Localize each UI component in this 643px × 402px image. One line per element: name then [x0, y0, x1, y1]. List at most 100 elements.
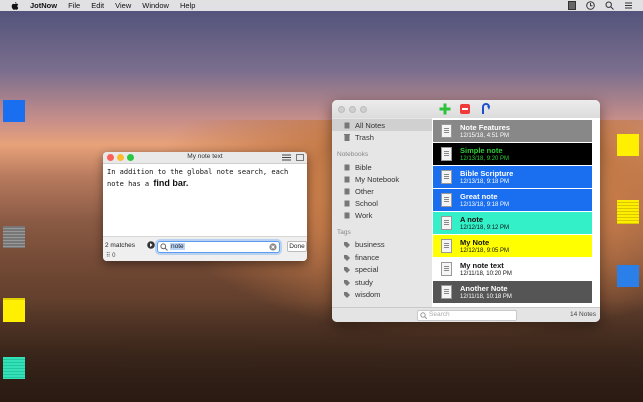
- sidebar-item-other[interactable]: Other: [344, 187, 374, 196]
- note-title: Bible Scripture: [460, 169, 514, 178]
- desktop-note-yellow[interactable]: [3, 298, 25, 322]
- sidebar-item-label: study: [355, 278, 373, 287]
- note-window-title: My note text: [187, 153, 223, 160]
- sticky-note-icon[interactable]: [480, 103, 492, 115]
- tags-heading: Tags: [337, 229, 351, 236]
- sidebar-tag-finance[interactable]: finance: [344, 253, 379, 262]
- note-window: My note text In addition to the global n…: [103, 152, 307, 261]
- find-matches: 2 matches: [105, 242, 135, 249]
- sidebar-item-all-notes[interactable]: All Notes: [344, 121, 385, 130]
- desktop-note-yellow-right[interactable]: [617, 134, 639, 156]
- menu-edit[interactable]: Edit: [91, 1, 104, 10]
- note-date: 12/13/18, 9:18 PM: [460, 179, 510, 185]
- apple-icon[interactable]: [10, 1, 20, 10]
- sidebar-tag-business[interactable]: business: [344, 240, 385, 249]
- next-match-icon[interactable]: [147, 241, 155, 249]
- note-doc-icon: [441, 285, 452, 299]
- notebook-icon: [344, 200, 350, 207]
- desktop-note-blue-right[interactable]: [617, 265, 639, 287]
- desktop-note-gray[interactable]: [3, 226, 25, 248]
- sidebar-item-label: School: [355, 199, 378, 208]
- delete-note-icon[interactable]: [459, 103, 471, 115]
- note-date: 12/13/18, 9:18 PM: [460, 202, 510, 208]
- note-date: 12/11/18, 10:18 PM: [460, 294, 512, 300]
- note-title: Great note: [460, 192, 498, 201]
- sidebar-item-label: Bible: [355, 163, 372, 172]
- notes-icon: [344, 122, 350, 129]
- note-list: Note Features 12/15/18, 4:51 PM Simple no…: [432, 118, 600, 308]
- clock-icon[interactable]: [586, 1, 595, 10]
- note-doc-icon: [441, 262, 452, 276]
- note-row[interactable]: Great note 12/13/18, 9:18 PM: [433, 189, 592, 211]
- tag-icon: [344, 242, 350, 248]
- note-title: My note text: [460, 261, 504, 270]
- zoom-button[interactable]: [360, 106, 367, 113]
- sidebar-item-work[interactable]: Work: [344, 211, 372, 220]
- desktop-note-teal[interactable]: [3, 357, 25, 379]
- note-row[interactable]: My Note 12/12/18, 9:05 PM: [433, 235, 592, 257]
- note-row[interactable]: Another Note 12/11/18, 10:18 PM: [433, 281, 592, 303]
- sidebar-item-label: business: [355, 240, 385, 249]
- sidebar-item-label: Trash: [355, 133, 374, 142]
- sidebar-item-my-notebook[interactable]: My Notebook: [344, 175, 399, 184]
- notebooks-heading: Notebooks: [337, 151, 369, 158]
- sidebar-item-school[interactable]: School: [344, 199, 378, 208]
- share-icon[interactable]: [296, 154, 304, 161]
- notes-status-icon[interactable]: [568, 1, 576, 10]
- main-toolbar[interactable]: [332, 100, 600, 119]
- minimize-button[interactable]: [349, 106, 356, 113]
- note-date: 12/12/18, 9:12 PM: [460, 225, 510, 231]
- notebook-icon: [344, 212, 350, 219]
- note-body[interactable]: In addition to the global note search, e…: [103, 164, 307, 193]
- counter-icon: ⠿: [106, 253, 111, 259]
- tag-icon: [344, 267, 350, 273]
- tag-icon: [344, 255, 350, 261]
- menu-app-name[interactable]: JotNow: [30, 1, 57, 10]
- bottom-bar: Search 14 Notes: [332, 307, 600, 322]
- done-button[interactable]: Done: [287, 241, 307, 252]
- note-row[interactable]: My note text 12/11/18, 10:20 PM: [433, 258, 592, 280]
- note-date: 12/13/18, 9:20 PM: [460, 156, 510, 162]
- sidebar-item-bible[interactable]: Bible: [344, 163, 372, 172]
- sidebar-item-label: All Notes: [355, 121, 386, 130]
- search-input[interactable]: Search: [417, 310, 517, 321]
- note-title: Note Features: [460, 123, 511, 132]
- menu-help[interactable]: Help: [180, 1, 195, 10]
- menu-window[interactable]: Window: [142, 1, 169, 10]
- sidebar-item-label: special: [355, 265, 379, 274]
- note-title: Simple note: [460, 146, 503, 155]
- search-icon[interactable]: [605, 1, 614, 10]
- note-row[interactable]: Note Features 12/15/18, 4:51 PM: [433, 120, 592, 142]
- desktop-note-blue[interactable]: [3, 100, 25, 122]
- list-icon[interactable]: [624, 1, 633, 10]
- menu-file[interactable]: File: [68, 1, 80, 10]
- trash-icon: [344, 134, 350, 141]
- find-counter: ⠿ 0: [106, 252, 115, 259]
- note-row[interactable]: Bible Scripture 12/13/18, 9:18 PM: [433, 166, 592, 188]
- sidebar-tag-special[interactable]: special: [344, 265, 378, 274]
- note-row[interactable]: Simple note 12/13/18, 9:20 PM: [433, 143, 592, 165]
- note-title: A note: [460, 215, 484, 224]
- note-doc-icon: [441, 124, 452, 138]
- close-button[interactable]: [338, 106, 345, 113]
- note-window-titlebar[interactable]: My note text: [103, 152, 307, 164]
- tag-icon: [344, 280, 350, 286]
- menu-view[interactable]: View: [115, 1, 131, 10]
- note-row[interactable]: A note 12/12/18, 9:12 PM: [433, 212, 592, 234]
- sidebar-tag-study[interactable]: study: [344, 278, 373, 287]
- sidebar-item-trash[interactable]: Trash: [344, 133, 374, 142]
- notebook-icon: [344, 176, 350, 183]
- note-doc-icon: [441, 147, 452, 161]
- clear-icon[interactable]: [269, 243, 277, 251]
- add-note-icon[interactable]: [439, 103, 451, 115]
- desktop-note-yellow-right-2[interactable]: [617, 200, 639, 224]
- menu-bar: JotNow File Edit View Window Help: [0, 0, 643, 11]
- sidebar-tag-wisdom[interactable]: wisdom: [344, 290, 380, 299]
- tag-icon: [344, 292, 350, 298]
- note-title: Another Note: [460, 284, 508, 293]
- list-icon[interactable]: [282, 154, 291, 161]
- sidebar: All Notes Trash Notebooks Bible My Noteb…: [332, 118, 432, 308]
- note-title: My Note: [460, 238, 490, 247]
- find-input[interactable]: note: [157, 241, 280, 253]
- find-bar: 2 matches note Done ⠿ 0: [103, 236, 307, 261]
